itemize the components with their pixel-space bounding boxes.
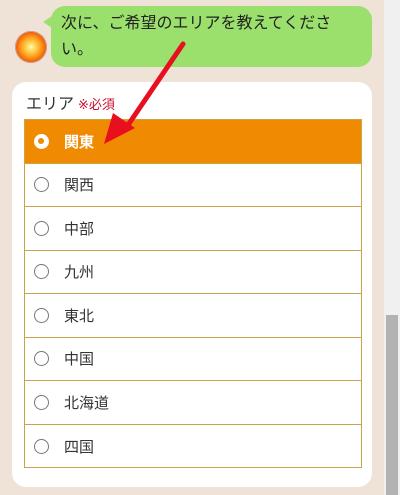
area-option-label: 四国 [64,437,95,456]
area-option-label: 九州 [64,263,95,282]
radio-icon[interactable] [34,177,49,193]
radio-icon[interactable] [34,220,49,236]
area-option-shikoku[interactable]: 四国 [25,425,361,469]
scrollbar-thumb[interactable] [386,315,398,495]
field-label-text: エリア [26,94,75,113]
area-radio-group: 関東 関西 中部 九州 東北 中国 北海道 四国 [24,119,362,468]
radio-icon[interactable] [34,307,49,323]
field-label: エリア ※必須 [26,93,115,115]
area-option-label: 中部 [64,219,95,238]
sun-avatar-icon [15,31,47,63]
chat-message-text: 次に、ご希望のエリアを教えてください。 [61,13,332,58]
radio-icon[interactable] [34,438,49,454]
area-option-label: 北海道 [64,393,110,412]
radio-selected-icon[interactable] [34,133,49,149]
radio-icon[interactable] [34,351,49,367]
area-option-kanto[interactable]: 関東 [25,120,361,164]
area-option-label: 関東 [64,132,95,151]
area-option-chubu[interactable]: 中部 [25,207,361,251]
chat-message-bubble: 次に、ご希望のエリアを教えてください。 [43,6,372,67]
area-option-hokkaido[interactable]: 北海道 [25,381,361,425]
required-badge: ※必須 [78,98,115,113]
radio-icon[interactable] [34,394,49,410]
radio-icon[interactable] [34,264,49,280]
area-option-kansai[interactable]: 関西 [25,164,361,207]
area-option-chugoku[interactable]: 中国 [25,338,361,381]
area-option-label: 関西 [64,176,95,195]
area-option-label: 東北 [64,306,95,325]
area-option-tohoku[interactable]: 東北 [25,294,361,338]
area-option-label: 中国 [64,350,95,369]
area-option-kyushu[interactable]: 九州 [25,251,361,294]
